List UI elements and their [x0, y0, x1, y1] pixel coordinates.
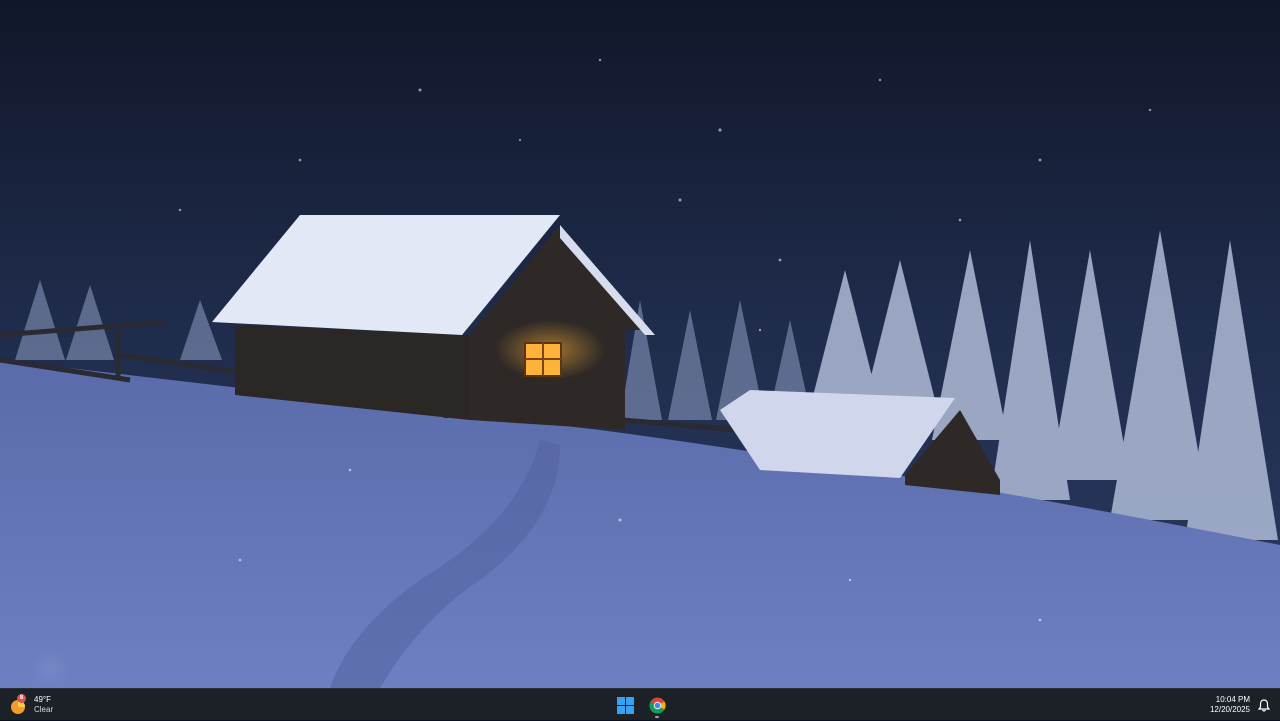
taskbar: 8 49°F Clear 10:04 PM 12/20/2025	[0, 688, 1280, 720]
windows-start-icon	[616, 696, 634, 714]
clock-time: 10:04 PM	[1215, 695, 1250, 704]
notification-button[interactable]	[1256, 694, 1272, 716]
weather-condition: Clear	[34, 705, 54, 714]
desktop-shortcut-ghost[interactable]	[28, 648, 72, 688]
chrome-icon	[648, 697, 666, 714]
start-button[interactable]	[612, 692, 638, 718]
system-tray: 10:04 PM 12/20/2025	[1210, 691, 1272, 719]
chrome-button[interactable]	[644, 692, 670, 718]
notification-bell-icon	[1258, 698, 1270, 712]
desktop[interactable]	[0, 0, 1280, 688]
weather-badge: 8	[17, 694, 26, 703]
weather-temperature: 49°F	[34, 695, 51, 704]
taskbar-apps	[612, 691, 670, 719]
wallpaper	[0, 0, 1280, 688]
weather-text: 49°F Clear	[34, 695, 53, 715]
clock[interactable]: 10:04 PM 12/20/2025	[1210, 695, 1250, 715]
weather-widget[interactable]: 8 49°F Clear	[8, 691, 78, 719]
clock-date: 12/20/2025	[1209, 705, 1250, 714]
weather-sun-icon: 8	[8, 694, 30, 716]
